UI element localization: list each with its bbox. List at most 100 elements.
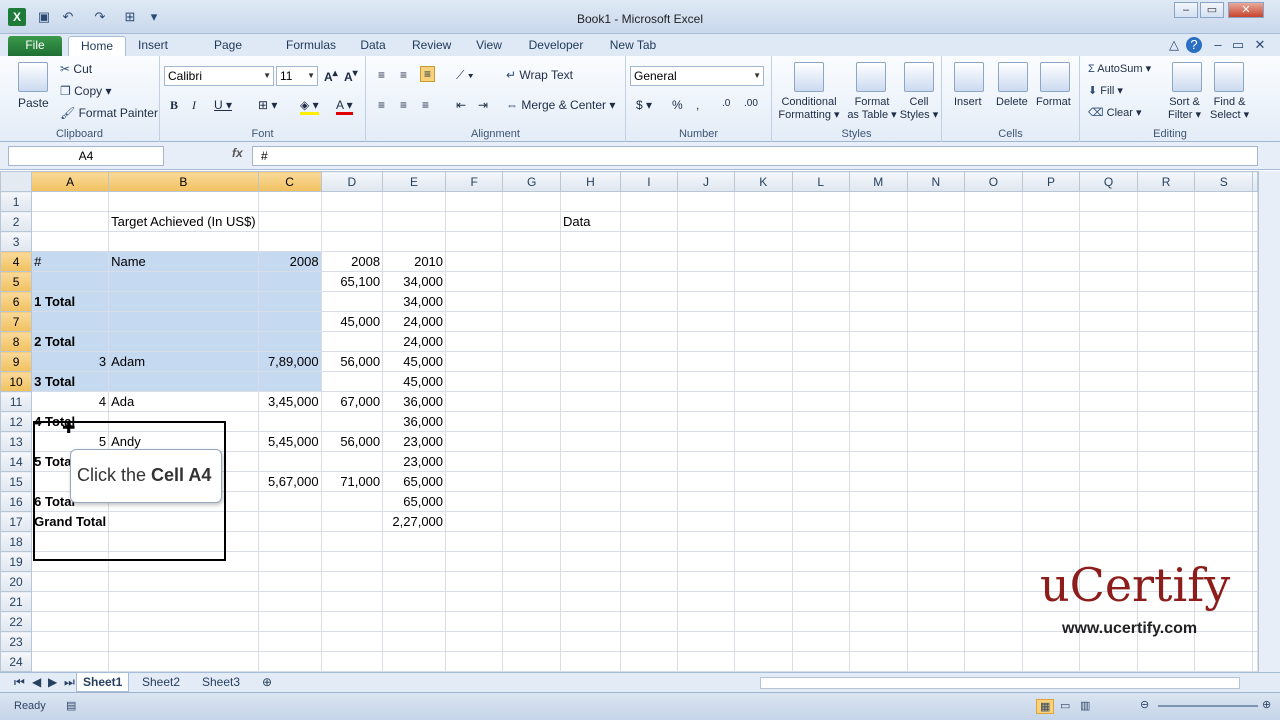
cell[interactable]: 23,000	[382, 431, 447, 452]
cell[interactable]	[906, 491, 966, 512]
cell[interactable]	[445, 371, 504, 392]
cell[interactable]	[848, 351, 908, 372]
cell[interactable]	[734, 231, 793, 252]
cell[interactable]: 65,000	[382, 491, 447, 512]
cell[interactable]	[848, 191, 908, 212]
column-header[interactable]: M	[848, 171, 908, 192]
align-left-icon[interactable]: ≡	[378, 98, 385, 112]
cell[interactable]	[31, 311, 110, 332]
cell[interactable]	[619, 491, 678, 512]
cell[interactable]	[676, 491, 736, 512]
borders-icon[interactable]: ⊞ ▾	[258, 98, 277, 112]
cell[interactable]	[1021, 331, 1081, 352]
cell[interactable]	[791, 511, 850, 532]
cell[interactable]	[1252, 351, 1258, 372]
cell[interactable]	[964, 651, 1023, 672]
tab-formulas[interactable]: Formulas	[280, 36, 340, 56]
cell[interactable]	[1194, 211, 1253, 232]
column-header[interactable]: L	[791, 171, 850, 192]
cell[interactable]	[108, 511, 259, 532]
cell[interactable]	[560, 251, 621, 272]
cell[interactable]	[848, 311, 908, 332]
cell[interactable]	[382, 571, 447, 592]
cell[interactable]	[906, 511, 966, 532]
cell[interactable]	[1079, 351, 1138, 372]
cell[interactable]	[734, 251, 793, 272]
cell[interactable]: 24,000	[382, 331, 447, 352]
normal-view-icon[interactable]: ▦	[1036, 699, 1055, 714]
cell-styles-icon[interactable]	[904, 62, 934, 92]
cell[interactable]	[619, 411, 678, 432]
cell[interactable]	[791, 311, 850, 332]
cell[interactable]	[964, 311, 1023, 332]
minimize-button[interactable]: –	[1174, 2, 1198, 18]
cell[interactable]	[619, 651, 678, 672]
cell[interactable]: 23,000	[382, 451, 447, 472]
cell[interactable]	[848, 471, 908, 492]
cell[interactable]	[560, 331, 621, 352]
workbook-close-icon[interactable]: ✕	[1252, 37, 1268, 53]
cell[interactable]	[445, 531, 504, 552]
save-icon[interactable]: ▣	[36, 9, 52, 25]
cell[interactable]	[1136, 471, 1196, 492]
cell[interactable]	[791, 411, 850, 432]
cell[interactable]	[108, 571, 259, 592]
cell[interactable]	[1252, 631, 1258, 652]
cell[interactable]	[108, 371, 259, 392]
cell[interactable]	[1079, 531, 1138, 552]
cell[interactable]	[619, 351, 678, 372]
cell[interactable]	[964, 291, 1023, 312]
cell[interactable]	[734, 531, 793, 552]
cell[interactable]	[848, 331, 908, 352]
cut-button[interactable]: ✂ Cut	[60, 62, 92, 76]
tab-page-layout[interactable]: Page Layout	[190, 36, 266, 70]
row-header[interactable]: 20	[0, 571, 33, 592]
cell[interactable]	[1194, 331, 1253, 352]
cell[interactable]	[502, 351, 562, 372]
cell[interactable]	[445, 351, 504, 372]
cell[interactable]	[734, 191, 793, 212]
cell[interactable]: 2008	[320, 251, 384, 272]
cell[interactable]	[1136, 211, 1196, 232]
column-header[interactable]: C	[257, 171, 322, 192]
delete-cells-icon[interactable]	[998, 62, 1028, 92]
cell[interactable]	[906, 191, 966, 212]
cell[interactable]	[791, 611, 850, 632]
cell[interactable]	[964, 351, 1023, 372]
cell[interactable]	[560, 471, 621, 492]
cell[interactable]	[31, 631, 110, 652]
cell[interactable]	[676, 471, 736, 492]
cell[interactable]	[1136, 491, 1196, 512]
insert-cells-icon[interactable]	[954, 62, 984, 92]
cell[interactable]	[1194, 311, 1253, 332]
cell[interactable]	[560, 571, 621, 592]
cell[interactable]	[320, 451, 384, 472]
wrap-text-button[interactable]: ↵ Wrap Text	[506, 68, 573, 82]
cell[interactable]	[1194, 251, 1253, 272]
cell[interactable]	[502, 571, 562, 592]
increase-indent-icon[interactable]: ⇥	[478, 98, 488, 112]
cell[interactable]	[445, 451, 504, 472]
cell[interactable]	[445, 431, 504, 452]
cell[interactable]: 45,000	[382, 351, 447, 372]
cell[interactable]	[676, 411, 736, 432]
cell[interactable]: Target Achieved (In US$)	[108, 211, 259, 232]
cell[interactable]	[560, 531, 621, 552]
cell[interactable]	[619, 591, 678, 612]
format-as-table-button[interactable]: Format as Table ▾	[844, 96, 900, 122]
cell[interactable]	[791, 471, 850, 492]
cell[interactable]	[1079, 491, 1138, 512]
cell[interactable]	[791, 591, 850, 612]
cell[interactable]	[108, 531, 259, 552]
cell[interactable]	[1252, 571, 1258, 592]
cell[interactable]	[848, 491, 908, 512]
cell[interactable]	[1194, 271, 1253, 292]
format-as-table-icon[interactable]	[856, 62, 886, 92]
cell[interactable]	[676, 251, 736, 272]
cell[interactable]	[1194, 451, 1253, 472]
grow-font-icon[interactable]: A▴	[324, 68, 338, 84]
cell[interactable]	[906, 631, 966, 652]
cell[interactable]	[906, 251, 966, 272]
cell[interactable]	[964, 511, 1023, 532]
cell[interactable]	[502, 271, 562, 292]
